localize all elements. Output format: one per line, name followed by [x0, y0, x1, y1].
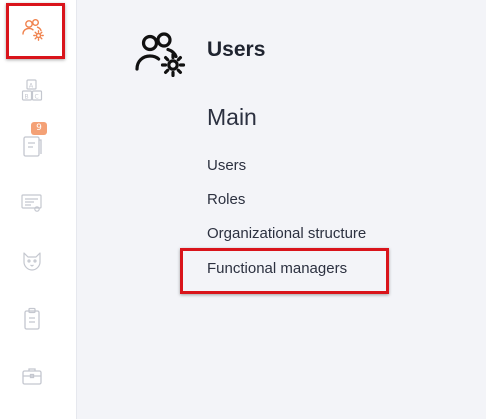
users-gear-icon — [135, 32, 186, 77]
link-roles[interactable]: Roles — [207, 191, 245, 208]
users-gear-icon — [22, 19, 44, 41]
link-organizational-structure[interactable]: Organizational structure — [207, 225, 366, 242]
cat-head-icon — [23, 252, 41, 271]
monitor-icon — [21, 194, 42, 212]
svg-text:B: B — [25, 94, 29, 101]
sidebar-item-cat[interactable] — [0, 240, 64, 282]
sidebar-item-alphabet[interactable]: A B C — [0, 69, 64, 111]
clipboard-icon — [24, 307, 40, 330]
page-title: Users — [207, 38, 266, 61]
sidebar-item-clipboard[interactable] — [0, 298, 64, 340]
sidebar-item-briefcase[interactable] — [0, 355, 64, 397]
sidebar: A B C 9 — [0, 0, 77, 419]
notification-badge: 9 — [31, 122, 47, 135]
sidebar-item-monitor[interactable] — [0, 182, 64, 224]
sidebar-item-users[interactable] — [6, 3, 62, 57]
svg-text:C: C — [35, 94, 39, 101]
abc-blocks-icon: A B C — [21, 79, 43, 101]
briefcase-icon — [22, 368, 42, 385]
section-heading: Main — [207, 104, 257, 130]
notebook-icon — [23, 136, 42, 157]
link-functional-managers[interactable]: Functional managers — [207, 260, 347, 277]
link-users[interactable]: Users — [207, 157, 246, 174]
